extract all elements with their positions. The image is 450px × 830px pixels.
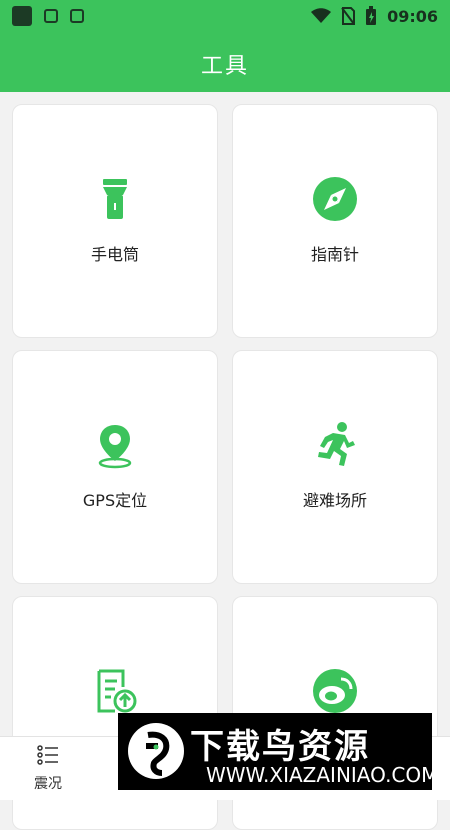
wifi-icon (311, 8, 332, 23)
tool-label: 手电筒 (90, 245, 139, 264)
document-upload-icon (97, 669, 137, 713)
status-bar: 09:06 (0, 0, 450, 32)
weibo-icon (313, 669, 357, 713)
app-square-icon (12, 6, 32, 26)
shield-icon (44, 9, 58, 23)
flashlight-icon (103, 179, 127, 219)
a-icon (70, 9, 84, 23)
tool-label: 避难场所 (302, 491, 367, 510)
tool-label: GPS定位 (82, 491, 148, 510)
watermark-url: WWW.XIAZAINIAO.COM (206, 763, 439, 787)
compass-icon (313, 177, 357, 221)
list-icon (37, 745, 58, 765)
running-person-icon (318, 422, 355, 466)
tool-card-gps[interactable]: GPS定位 (12, 350, 218, 584)
tool-card-flashlight[interactable]: 手电筒 (12, 104, 218, 338)
tool-label: 指南针 (310, 245, 359, 264)
nav-item-earthquake[interactable]: 震况 (18, 743, 78, 797)
tool-card-compass[interactable]: 指南针 (232, 104, 438, 338)
bird-logo-icon (128, 723, 184, 779)
app-bar: 工具 (0, 32, 450, 92)
location-pin-icon (98, 425, 132, 469)
status-right-icons: 09:06 (311, 6, 438, 26)
watermark: 下载鸟资源 WWW.XIAZAINIAO.COM (118, 713, 438, 790)
status-time: 09:06 (387, 6, 438, 26)
watermark-title: 下载鸟资源 (190, 727, 370, 767)
battery-charging-icon (366, 6, 377, 25)
page-title: 工具 (200, 54, 249, 79)
no-sim-icon (341, 7, 356, 25)
tool-card-shelter[interactable]: 避难场所 (232, 350, 438, 584)
tools-grid: 手电筒 指南针 GPS定位 避难场所 (12, 104, 438, 830)
nav-label: 震况 (34, 776, 62, 792)
status-left-icons (12, 6, 84, 26)
